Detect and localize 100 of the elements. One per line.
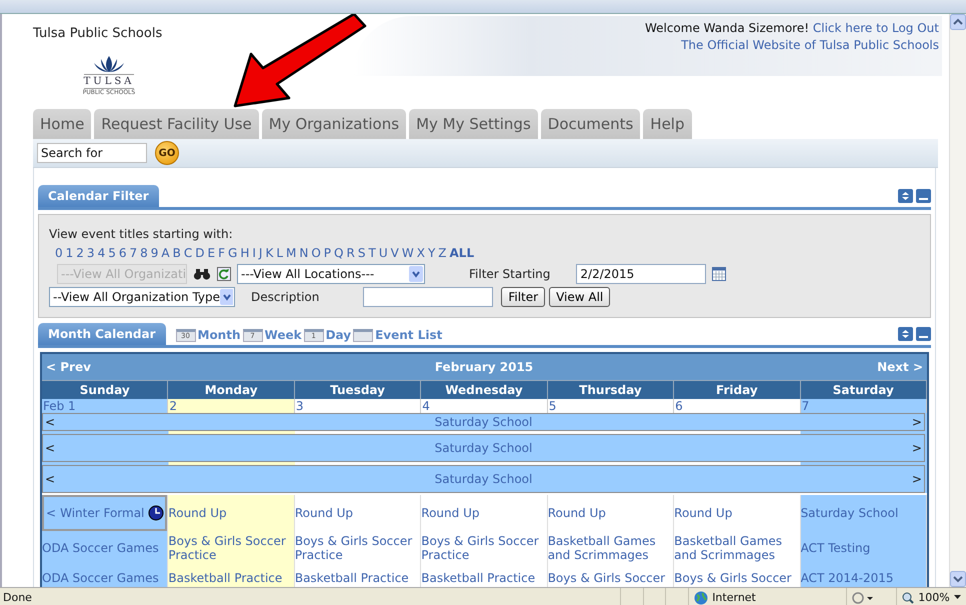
security-icon[interactable]: [852, 592, 874, 604]
official-website-link[interactable]: The Official Website of Tulsa Public Schools: [681, 38, 939, 52]
zoom-level[interactable]: 100%: [918, 591, 950, 604]
location-dropdown[interactable]: ---View All Locations---: [237, 264, 425, 284]
letter-link[interactable]: 9: [150, 246, 158, 260]
event-item[interactable]: < Winter Formal: [42, 495, 168, 531]
letter-link[interactable]: 7: [129, 246, 138, 260]
letter-link[interactable]: T: [368, 246, 376, 260]
binoculars-icon[interactable]: [193, 268, 211, 280]
date-field[interactable]: 2/2/2015: [576, 264, 706, 284]
letter-link[interactable]: 1: [66, 246, 74, 260]
letter-link[interactable]: 2: [76, 246, 84, 260]
event-link[interactable]: Basketball Practice: [294, 563, 420, 587]
letter-link[interactable]: 4: [98, 246, 106, 260]
letter-link[interactable]: C: [184, 246, 192, 260]
minimize-icon[interactable]: [916, 189, 931, 203]
date-cell[interactable]: 7: [800, 399, 927, 413]
letter-link[interactable]: E: [208, 246, 216, 260]
event-link[interactable]: Round Up: [421, 495, 547, 531]
dropdown-arrow-icon[interactable]: [220, 289, 233, 305]
letter-link[interactable]: K: [265, 246, 274, 260]
letter-link[interactable]: B: [172, 246, 181, 260]
expand-collapse-icon[interactable]: [898, 327, 913, 341]
event-link[interactable]: Basketball Games and Scrimmages: [674, 533, 800, 563]
event-link[interactable]: Saturday School: [800, 495, 926, 531]
event-link[interactable]: ACT Testing: [800, 533, 926, 563]
letter-link[interactable]: P: [324, 246, 332, 260]
letter-link[interactable]: 0: [55, 246, 63, 260]
event-bar[interactable]: < Saturday School >: [42, 434, 925, 462]
date-cell[interactable]: 4: [421, 399, 548, 413]
view-link[interactable]: Day: [326, 328, 352, 342]
prev-link[interactable]: < Prev: [46, 360, 91, 374]
view-link[interactable]: Event List: [375, 328, 442, 342]
view-link[interactable]: Month: [198, 328, 241, 342]
letter-link[interactable]: S: [358, 246, 366, 260]
letter-link[interactable]: Q: [334, 246, 344, 260]
minimize-icon[interactable]: [916, 327, 931, 341]
letter-link[interactable]: R: [346, 246, 355, 260]
letter-link[interactable]: D: [195, 246, 204, 260]
nav-tab[interactable]: Request Facility Use: [94, 109, 259, 139]
letter-link[interactable]: J: [258, 246, 262, 260]
event-link[interactable]: Boys & Girls Soccer: [674, 563, 800, 587]
event-link[interactable]: Basketball Practice: [421, 563, 547, 587]
date-cell[interactable]: 2: [168, 399, 295, 413]
event-bar[interactable]: < Saturday School >: [42, 465, 925, 493]
logout-link[interactable]: Click here to Log Out: [812, 21, 939, 35]
all-link[interactable]: ALL: [450, 246, 474, 260]
event-link[interactable]: Round Up: [674, 495, 800, 531]
letter-link[interactable]: U: [378, 246, 388, 260]
event-link[interactable]: ODA Soccer Games: [42, 533, 168, 563]
letter-link[interactable]: O: [311, 246, 321, 260]
letter-link[interactable]: M: [286, 246, 296, 260]
event-link[interactable]: ACT 2014-2015: [800, 563, 926, 587]
date-cell[interactable]: 5: [548, 399, 674, 413]
event-link[interactable]: Round Up: [294, 495, 420, 531]
refresh-icon[interactable]: [217, 267, 231, 281]
view-link[interactable]: Week: [264, 328, 302, 342]
date-cell[interactable]: 6: [674, 399, 801, 413]
event-link[interactable]: Round Up: [548, 495, 674, 531]
event-link[interactable]: Boys & Girls Soccer Practice: [294, 533, 420, 563]
nav-tab[interactable]: Help: [643, 109, 692, 139]
nav-tab[interactable]: My Organizations: [262, 109, 406, 139]
search-field[interactable]: Search for: [37, 143, 147, 163]
go-button[interactable]: GO: [155, 141, 179, 165]
scroll-down-icon[interactable]: [950, 571, 966, 587]
nav-tab[interactable]: Documents: [540, 109, 640, 139]
nav-tab[interactable]: Home: [33, 109, 92, 139]
event-link[interactable]: Boys & Girls Soccer: [548, 563, 674, 587]
letter-link[interactable]: 3: [86, 246, 95, 260]
next-link[interactable]: Next >: [877, 360, 923, 374]
letter-link[interactable]: 6: [118, 246, 126, 260]
letter-link[interactable]: I: [252, 246, 256, 260]
caret-icon[interactable]: [954, 595, 961, 600]
letter-link[interactable]: L: [276, 246, 283, 260]
letter-link[interactable]: A: [161, 246, 170, 260]
zoom-icon[interactable]: [902, 592, 914, 604]
date-cell[interactable]: 3: [294, 399, 422, 413]
view-all-button[interactable]: View All: [549, 287, 610, 307]
event-link[interactable]: ODA Soccer Games: [42, 563, 168, 587]
event-link[interactable]: Boys & Girls Soccer Practice: [421, 533, 547, 563]
letter-link[interactable]: W: [402, 246, 414, 260]
event-link[interactable]: Basketball Games and Scrimmages: [548, 533, 674, 563]
event-bar[interactable]: < Saturday School >: [42, 413, 925, 431]
letter-link[interactable]: 8: [140, 246, 148, 260]
panel-tab[interactable]: Month Calendar: [38, 323, 166, 345]
event-link[interactable]: Boys & Girls Soccer Practice: [168, 533, 294, 563]
event-link[interactable]: Basketball Practice: [168, 563, 294, 587]
date-cell[interactable]: Feb 1: [42, 399, 168, 413]
letter-link[interactable]: X: [416, 246, 425, 260]
letter-link[interactable]: V: [390, 246, 399, 260]
letter-link[interactable]: F: [218, 246, 225, 260]
letter-link[interactable]: Z: [438, 246, 447, 260]
letter-link[interactable]: N: [299, 246, 308, 260]
expand-collapse-icon[interactable]: [898, 189, 913, 203]
letter-link[interactable]: G: [228, 246, 238, 260]
event-link[interactable]: Round Up: [168, 495, 294, 531]
nav-tab[interactable]: My My Settings: [409, 109, 538, 139]
letter-link[interactable]: H: [240, 246, 250, 260]
filter-button[interactable]: Filter: [501, 287, 546, 307]
letter-link[interactable]: Y: [428, 246, 436, 260]
